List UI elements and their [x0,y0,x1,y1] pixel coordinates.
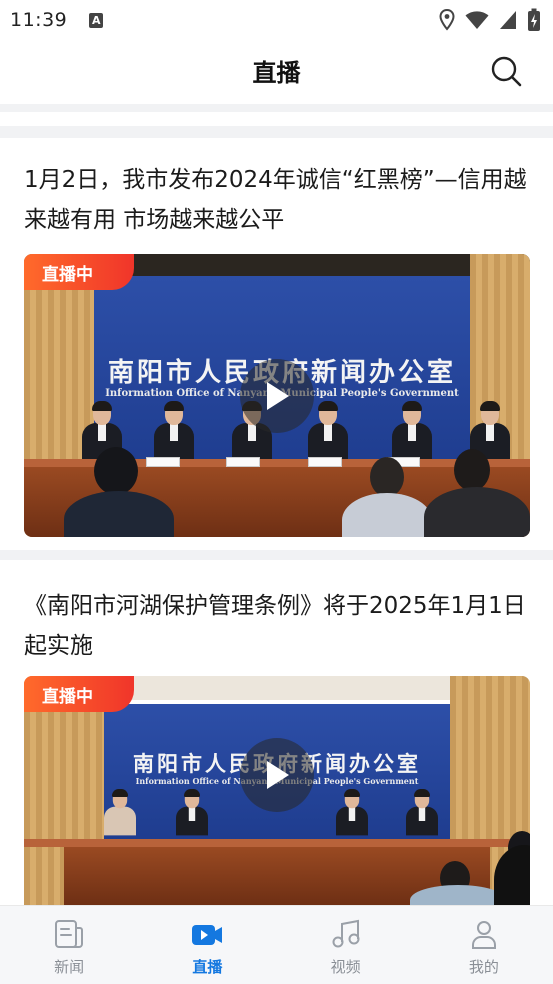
live-card-thumbnail[interactable]: 南阳市人民政府新闻办公室 Information Office of Nanya… [24,254,530,537]
live-video-icon [192,925,223,945]
signal-icon [500,11,516,29]
nav-label-video: 视频 [330,958,361,976]
divider [0,104,553,112]
battery-charging-icon [528,8,540,31]
status-time: 11:39 [10,9,68,31]
live-card-title[interactable]: 1月2日，我市发布2024年诚信“红黑榜”—信用越来越有用 市场越来越公平 [24,160,529,240]
app-notification-icon: A [89,12,104,28]
nav-label-live: 直播 [192,958,223,976]
play-button[interactable] [240,358,314,433]
nav-item-me[interactable]: 我的 [415,906,553,984]
live-card-thumbnail[interactable]: 南阳市人民政府新闻办公室 Information Office of Nanya… [24,676,530,905]
divider [0,126,553,138]
live-card[interactable]: 1月2日，我市发布2024年诚信“红黑榜”—信用越来越有用 市场越来越公平 南阳… [0,138,553,550]
play-button[interactable] [240,737,314,812]
nav-label-news: 新闻 [54,958,85,976]
live-badge: 直播中 [24,676,134,712]
user-icon [471,921,496,949]
live-badge: 直播中 [24,254,134,290]
play-icon [267,381,289,410]
status-icons [439,8,541,32]
music-note-icon [332,919,360,948]
page-title: 直播 [252,58,301,87]
location-icon [439,9,455,31]
nav-item-live[interactable]: 直播 [138,906,276,984]
nav-item-news[interactable]: 新闻 [0,906,138,984]
wifi-icon [465,11,489,29]
live-card-title[interactable]: 《南阳市河湖保护管理条例》将于2025年1月1日起实施 [24,586,529,666]
status-bar: 11:39 A [0,0,553,40]
page-header: 直播 [0,40,553,100]
nav-item-video[interactable]: 视频 [277,906,415,984]
news-icon [55,920,84,948]
play-icon [267,760,289,789]
live-card[interactable]: 《南阳市河湖保护管理条例》将于2025年1月1日起实施 南阳市人民政府新闻办公室… [0,560,553,905]
search-icon[interactable] [489,54,523,88]
nav-label-me: 我的 [468,958,499,976]
divider [0,550,553,560]
bottom-navigation: 新闻 直播 视频 我的 [0,905,553,984]
